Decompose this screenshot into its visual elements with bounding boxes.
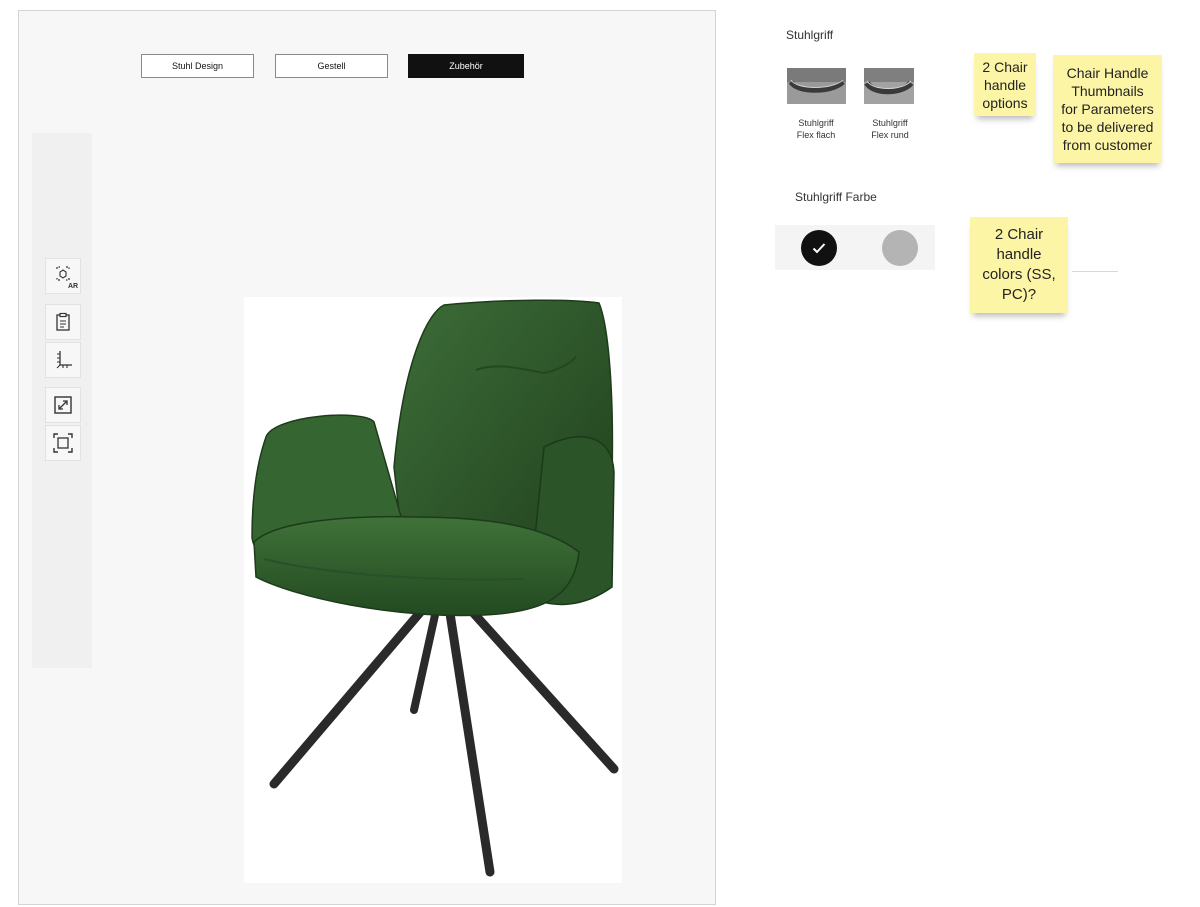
- color-section-title: Stuhlgriff Farbe: [795, 190, 877, 204]
- clipboard-button[interactable]: [45, 304, 81, 340]
- green-armchair-image: [251, 299, 619, 877]
- expand-icon: [54, 396, 72, 414]
- ar-label: AR: [68, 283, 78, 290]
- handle-option-flex-flach[interactable]: [787, 68, 846, 104]
- handle-section-title: Stuhlgriff: [786, 28, 834, 42]
- tab-zubehoer[interactable]: Zubehör: [408, 54, 524, 78]
- fit-frame-icon: [53, 433, 73, 453]
- handle-option-rund-label: Stuhlgriff Flex rund: [871, 118, 909, 140]
- tab-stuhl-design[interactable]: Stuhl Design: [141, 54, 254, 78]
- handle-option-flex-rund[interactable]: [864, 68, 914, 104]
- expand-button[interactable]: [45, 387, 81, 423]
- clipboard-icon: [56, 312, 70, 331]
- handle-rund-thumbnail: [864, 68, 914, 104]
- tab-gestell[interactable]: Gestell: [275, 54, 388, 78]
- color-swatch-black[interactable]: [801, 230, 837, 266]
- fit-frame-button[interactable]: [45, 425, 81, 461]
- ar-view-icon: AR: [56, 266, 78, 290]
- configurator-canvas: Stuhl Design Gestell Zubehör AR: [18, 10, 716, 905]
- handle-color-selector: [775, 225, 935, 270]
- sticky-note-handle-options: 2 Chair handle options: [974, 53, 1036, 116]
- measure-icon: [56, 351, 72, 369]
- view-toolbar: AR: [32, 133, 92, 668]
- color-swatch-grey[interactable]: [882, 230, 918, 266]
- handle-flach-thumbnail: [787, 68, 846, 104]
- checkmark-icon: [812, 243, 826, 254]
- handle-option-flach-label: Stuhlgriff Flex flach: [796, 118, 836, 140]
- measure-button[interactable]: [45, 342, 81, 378]
- sticky-note-handle-colors: 2 Chair handle colors (SS, PC)?: [970, 217, 1068, 313]
- ar-view-button[interactable]: AR: [45, 258, 81, 294]
- sticky-note-thumbnails: Chair Handle Thumbnails for Parameters t…: [1053, 55, 1162, 163]
- connector-line: [1072, 271, 1118, 272]
- product-image: [244, 297, 622, 883]
